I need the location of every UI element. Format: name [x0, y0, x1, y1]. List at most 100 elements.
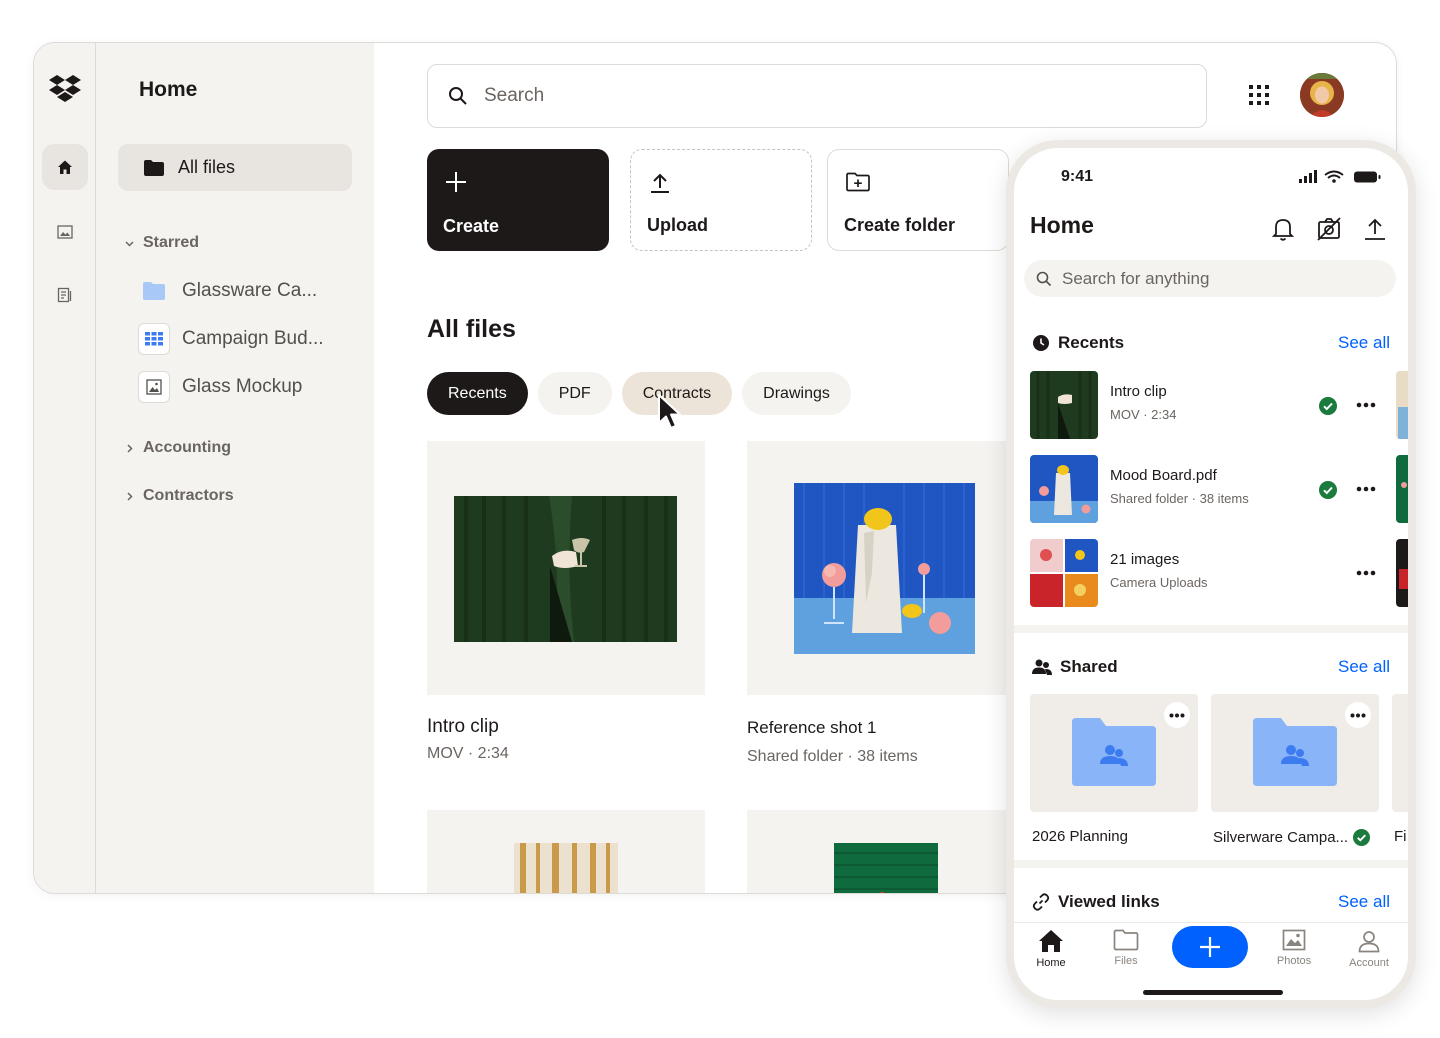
- status-bar-icons: [1299, 170, 1381, 183]
- create-button[interactable]: Create: [427, 149, 609, 251]
- starred-item-glass-mockup[interactable]: Glass Mockup: [138, 371, 302, 403]
- mobile-phone: 9:41 Home Search for anything Recents Se…: [1006, 140, 1416, 1008]
- chevron-right-icon: [127, 491, 133, 501]
- video-thumbnail: [1030, 371, 1098, 439]
- filter-chips: Recents PDF Contracts Drawings: [427, 372, 851, 415]
- file-card-intro-clip[interactable]: [427, 441, 705, 695]
- shared-folder-icon: [1253, 718, 1337, 786]
- files-folder-icon: [1113, 929, 1139, 951]
- recent-item-21-images[interactable]: 21 images Camera Uploads: [1030, 539, 1408, 609]
- sidebar-section-starred[interactable]: Starred: [124, 234, 199, 252]
- create-button-label: Create: [443, 216, 500, 236]
- more-options-icon[interactable]: [1356, 402, 1376, 408]
- more-options-button[interactable]: [1345, 702, 1371, 728]
- shared-folder-card-2026-planning[interactable]: [1030, 694, 1198, 812]
- phone-page-title: Home: [1030, 212, 1094, 238]
- tab-label: Account: [1349, 957, 1389, 969]
- image-file-icon: [138, 371, 170, 403]
- add-fab-button[interactable]: [1172, 926, 1248, 968]
- dropbox-logo-icon[interactable]: [48, 73, 82, 107]
- create-folder-button[interactable]: Create folder: [827, 149, 1009, 251]
- shared-folder-name-text: 2026 Planning: [1032, 828, 1128, 845]
- filter-chip-drawings[interactable]: Drawings: [742, 372, 851, 415]
- spreadsheet-icon: [138, 323, 170, 355]
- shared-folder-icon: [1072, 718, 1156, 786]
- upload-button[interactable]: Upload: [630, 149, 812, 251]
- tab-home[interactable]: Home: [1021, 929, 1081, 969]
- shared-see-all-link[interactable]: See all: [1338, 657, 1390, 677]
- search-icon: [1036, 271, 1052, 286]
- synced-check-icon: [1353, 829, 1371, 846]
- search-input[interactable]: [484, 85, 1164, 107]
- file-card[interactable]: [747, 810, 1025, 893]
- filter-chip-recents[interactable]: Recents: [427, 372, 528, 415]
- rail-photos-button[interactable]: [42, 209, 88, 255]
- tab-photos[interactable]: Photos: [1264, 929, 1324, 967]
- sidebar-section-label: Starred: [143, 234, 200, 251]
- sidebar: Home All files Starred Glassware Ca... C…: [96, 43, 374, 893]
- sidebar-section-contractors[interactable]: Contractors: [124, 487, 234, 505]
- photos-icon: [1282, 929, 1306, 951]
- nav-rail: [34, 43, 96, 893]
- sidebar-section-accounting[interactable]: Accounting: [124, 439, 231, 457]
- tab-account[interactable]: Account: [1339, 929, 1399, 969]
- shared-folder-card-peek[interactable]: [1392, 694, 1408, 812]
- peek-thumbnail: [1396, 539, 1408, 607]
- more-options-button[interactable]: [1164, 702, 1190, 728]
- tab-label: Photos: [1276, 955, 1312, 967]
- shared-folder-name: Fi: [1394, 828, 1408, 845]
- starred-item-campaign-budget[interactable]: Campaign Bud...: [138, 323, 324, 355]
- more-options-icon[interactable]: [1356, 486, 1376, 492]
- video-thumbnail: [454, 496, 677, 642]
- image-thumbnail: [794, 483, 975, 654]
- section-divider: [1014, 860, 1408, 868]
- upload-icon[interactable]: [1362, 216, 1388, 242]
- more-options-icon: [1350, 713, 1366, 717]
- shared-folder-name: Silverware Campa...: [1213, 829, 1371, 846]
- rail-activity-button[interactable]: [42, 272, 88, 318]
- phone-search-bar[interactable]: Search for anything: [1024, 260, 1396, 297]
- recent-item-sub: Camera Uploads: [1110, 575, 1208, 590]
- recent-item-intro-clip[interactable]: Intro clip MOV · 2:34: [1030, 371, 1408, 441]
- tab-files[interactable]: Files: [1096, 929, 1156, 967]
- more-options-icon[interactable]: [1356, 570, 1376, 576]
- home-indicator: [1143, 990, 1283, 995]
- file-title: Intro clip: [427, 716, 499, 737]
- home-icon: [58, 160, 72, 174]
- file-card[interactable]: [427, 810, 705, 893]
- app-grid-icon[interactable]: [1248, 84, 1270, 106]
- camera-off-icon[interactable]: [1316, 216, 1342, 242]
- synced-check-icon: [1319, 481, 1337, 499]
- shared-folder-name: 2026 Planning: [1032, 828, 1128, 845]
- bell-icon[interactable]: [1270, 216, 1296, 242]
- sidebar-item-all-files[interactable]: All files: [118, 144, 352, 191]
- starred-item-label: Glassware Ca...: [182, 280, 318, 301]
- sidebar-section-label: Contractors: [143, 487, 234, 504]
- search-icon: [449, 87, 467, 105]
- activity-icon: [57, 287, 72, 303]
- image-thumbnail: [834, 843, 938, 893]
- shared-folder-card-silverware[interactable]: [1211, 694, 1379, 812]
- filter-chip-pdf[interactable]: PDF: [537, 372, 612, 415]
- image-thumbnail: [1030, 455, 1098, 523]
- shared-heading: Shared: [1032, 657, 1118, 677]
- viewed-links-see-all-link[interactable]: See all: [1338, 892, 1390, 912]
- folder-icon: [144, 159, 164, 176]
- image-collage-thumbnail: [1030, 539, 1098, 607]
- sidebar-title: Home: [139, 78, 198, 101]
- search-bar[interactable]: [427, 64, 1207, 128]
- section-divider: [1014, 625, 1408, 633]
- avatar[interactable]: [1300, 73, 1344, 117]
- file-subtitle: Shared folder · 38 items: [747, 748, 918, 765]
- file-card-reference-shot[interactable]: [747, 441, 1025, 695]
- recents-see-all-link[interactable]: See all: [1338, 333, 1390, 353]
- phone-header-actions: [1270, 216, 1388, 242]
- section-title: All files: [427, 315, 516, 343]
- rail-home-button[interactable]: [42, 144, 88, 190]
- recent-item-sub: Shared folder · 38 items: [1110, 491, 1249, 506]
- recent-item-mood-board[interactable]: Mood Board.pdf Shared folder · 38 items: [1030, 455, 1408, 525]
- shared-folder-name-text: Silverware Campa...: [1213, 829, 1349, 846]
- create-folder-button-label: Create folder: [844, 215, 956, 235]
- starred-item-glassware[interactable]: Glassware Ca...: [138, 275, 317, 307]
- plus-icon: [1200, 937, 1220, 957]
